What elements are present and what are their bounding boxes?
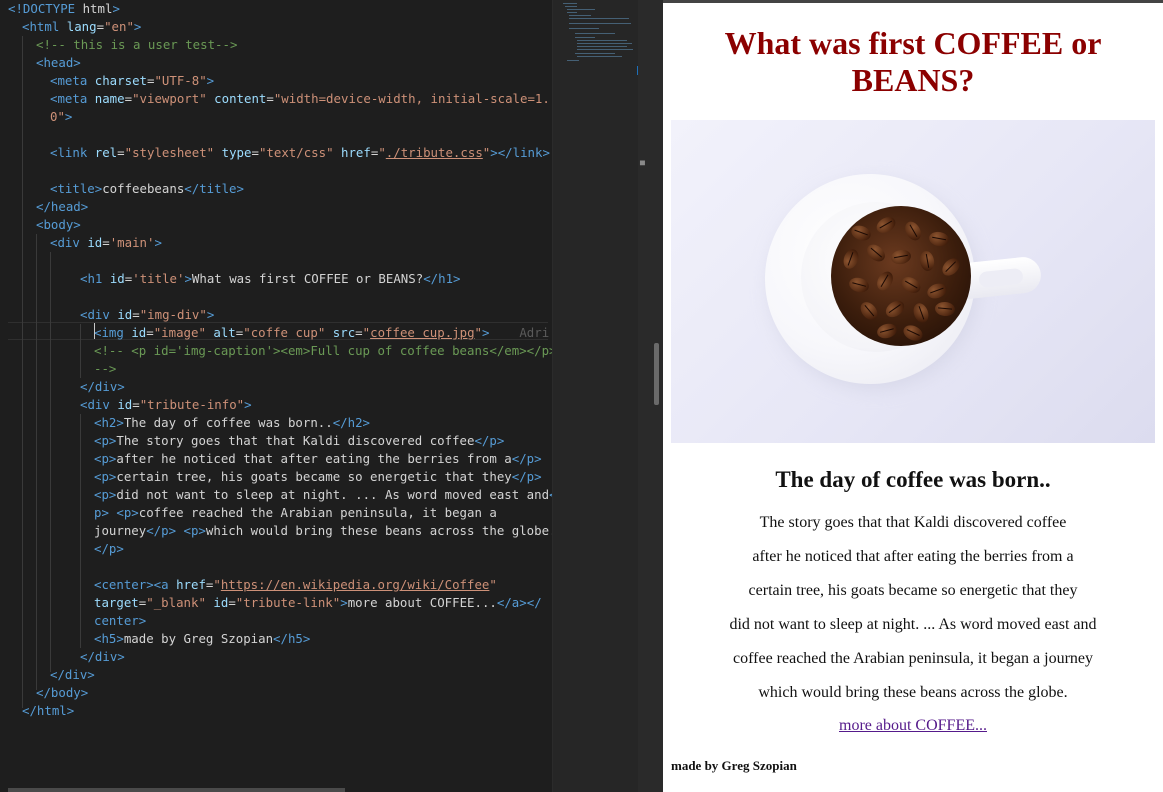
indent-guide (22, 36, 23, 708)
story-paragraph: which would bring these beans across the… (758, 684, 1068, 701)
coffee-cup-image (671, 120, 1155, 443)
story-paragraph: The story goes that that Kaldi discovere… (759, 514, 1067, 531)
minimap-line (577, 46, 627, 47)
code-line: <link rel="stylesheet" type="text/css" h… (50, 145, 550, 160)
code-line: <head> (36, 55, 81, 70)
minimap-line (575, 53, 615, 54)
code-line: target="_blank" id="tribute-link">more a… (94, 595, 542, 610)
story-paragraph: after he noticed that after eating the b… (752, 548, 1074, 565)
code-line: <h2>The day of coffee was born..</h2> (94, 415, 371, 430)
horizontal-scrollbar[interactable] (8, 788, 345, 792)
story-paragraph: did not want to sleep at night. ... As w… (729, 616, 1097, 633)
code-line: </div> (50, 667, 95, 682)
tribute-link[interactable]: more about COFFEE... (839, 717, 987, 734)
minimap-line (575, 33, 615, 34)
minimap-line (577, 40, 627, 41)
coffee-beans (831, 206, 971, 346)
minimap-line (577, 49, 633, 50)
minimap-line (577, 43, 632, 44)
code-line: <title>coffeebeans</title> (50, 181, 244, 196)
code-line: <!-- <p id='img-caption'><em>Full cup of… (94, 343, 552, 358)
text-cursor (94, 323, 95, 339)
indent-guide (36, 234, 37, 690)
minimap[interactable] (552, 0, 639, 792)
code-line: 0"> (50, 109, 73, 124)
code-line: <p>The story goes that that Kaldi discov… (94, 433, 505, 448)
code-line: <!-- this is a user test--> (36, 37, 238, 52)
minimap-line (567, 60, 579, 61)
code-line: <div id="tribute-info"> (80, 397, 252, 412)
indent-guide (50, 252, 51, 672)
code-line: <body> (36, 217, 81, 232)
code-line: </p> (94, 541, 124, 556)
code-line: <p>after he noticed that after eating th… (94, 451, 542, 466)
minimap-line (567, 12, 577, 13)
code-line: <meta charset="UTF-8"> (50, 73, 215, 88)
code-line: --> (94, 361, 117, 376)
code-line: <div id="img-div"> (80, 307, 215, 322)
minimap-line (569, 18, 629, 19)
inline-blame-text: Adri (519, 325, 550, 340)
minimap-line (565, 6, 577, 7)
code-line: </body> (36, 685, 89, 700)
code-line: </head> (36, 199, 89, 214)
code-line: <p>did not want to sleep at night. ... A… (94, 487, 552, 502)
minimap-line (563, 3, 577, 4)
code-line: <img id="image" alt="coffe cup" src="cof… (94, 325, 550, 340)
indent-guide (80, 324, 81, 378)
code-line: <div id='main'> (50, 235, 162, 250)
minimap-line (567, 9, 595, 10)
browser-preview: What was first COFFEE or BEANS? The day … (663, 3, 1163, 792)
minimap-line (569, 28, 599, 29)
minimap-line (569, 23, 631, 24)
code-line: </div> (80, 649, 125, 664)
code-line: <meta name="viewport" content="width=dev… (50, 91, 550, 106)
code-line: <!DOCTYPE html> (8, 1, 120, 16)
code-line: <html lang="en"> (22, 19, 142, 34)
code-line: journey</p> <p>which would bring these b… (94, 523, 552, 538)
code-line: <h5>made by Greg Szopian</h5> (94, 631, 311, 646)
code-line: <h1 id='title'>What was first COFFEE or … (80, 271, 461, 286)
tribute-link-container: more about COFFEE... (663, 716, 1163, 736)
story-paragraph: coffee reached the Arabian peninsula, it… (733, 650, 1093, 667)
code-line: </html> (22, 703, 75, 718)
author-credit: made by Greg Szopian (671, 758, 797, 773)
pane-splitter[interactable] (638, 0, 663, 792)
code-line: center> (94, 613, 147, 628)
code-editor[interactable]: <!DOCTYPE html> <html lang="en"> <!-- th… (0, 0, 552, 792)
section-heading: The day of coffee was born.. (775, 467, 1051, 492)
splitter-handle-icon: ▀ (640, 161, 645, 170)
code-line: p> <p>coffee reached the Arabian peninsu… (94, 505, 497, 520)
minimap-line (577, 56, 622, 57)
minimap-line (569, 15, 591, 16)
vertical-scrollbar[interactable] (654, 343, 659, 405)
indent-guide (80, 414, 81, 648)
page-title: What was first COFFEE or BEANS? (724, 25, 1102, 98)
minimap-line (575, 37, 595, 38)
story-paragraph: certain tree, his goats became so energe… (748, 582, 1078, 599)
code-line: <center><a href="https://en.wikipedia.or… (94, 577, 497, 592)
code-line: </div> (80, 379, 125, 394)
code-line: <p>certain tree, his goats became so ene… (94, 469, 542, 484)
